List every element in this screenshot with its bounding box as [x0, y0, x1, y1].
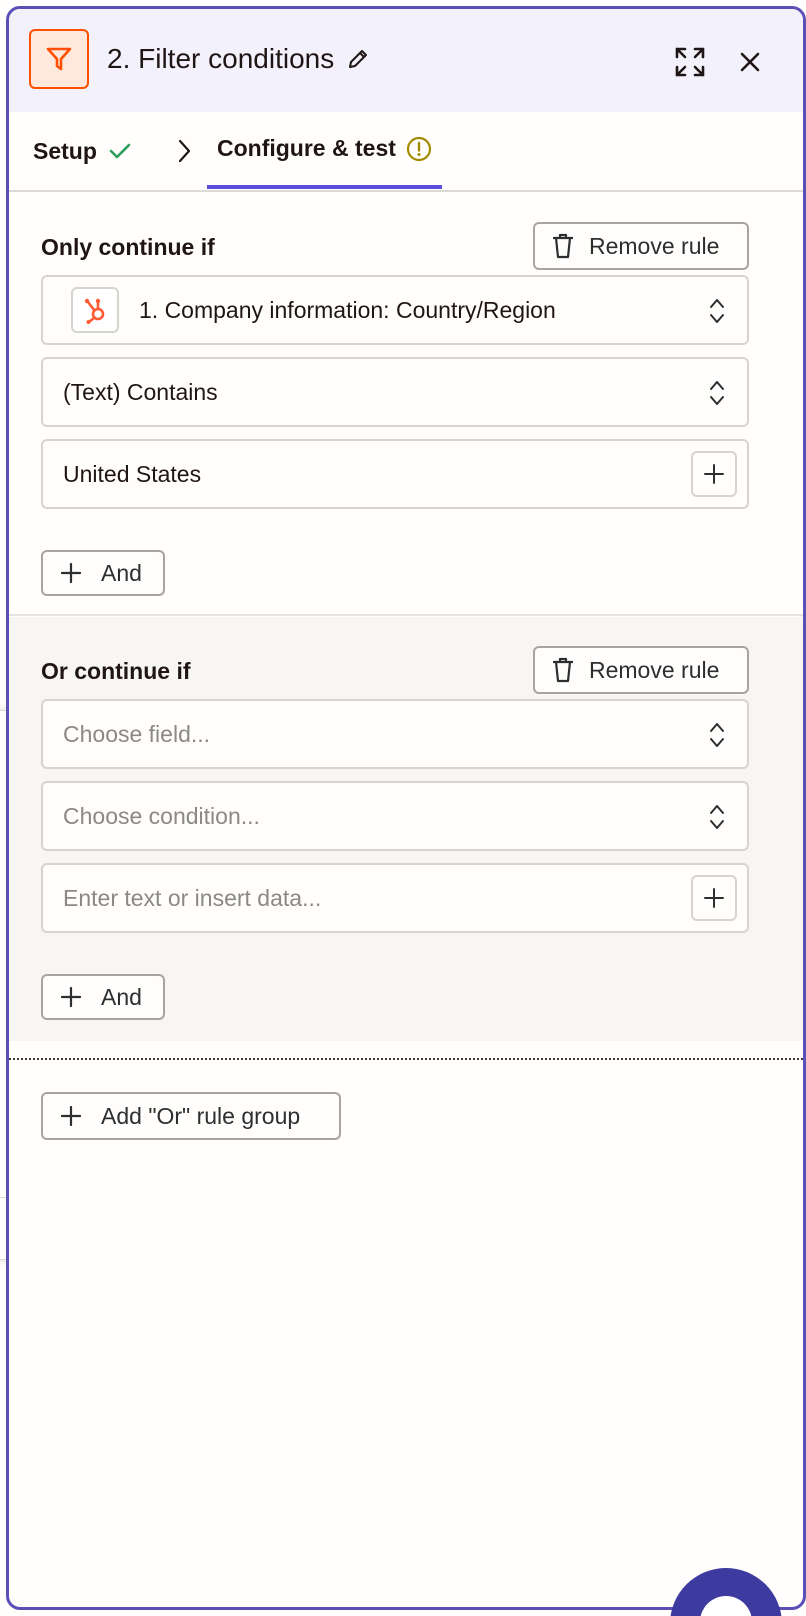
insert-data-button[interactable] — [691, 875, 737, 921]
condition-select-placeholder: Choose condition... — [63, 802, 260, 829]
add-and-condition-button[interactable]: And — [41, 550, 165, 596]
plus-icon — [61, 987, 81, 1007]
value-input[interactable]: United States — [41, 439, 749, 509]
page-title[interactable]: 2. Filter conditions — [107, 43, 370, 75]
remove-rule-button[interactable]: Remove rule — [533, 646, 749, 694]
value-input-placeholder: Enter text or insert data... — [63, 884, 322, 911]
close-button[interactable] — [739, 51, 761, 73]
value-input[interactable]: Enter text or insert data... — [41, 863, 749, 933]
chevron-updown-icon — [710, 805, 724, 829]
rule-group-label: Only continue if — [41, 234, 215, 260]
filter-icon — [46, 47, 72, 71]
panel-header: 2. Filter conditions — [9, 9, 803, 112]
step-panel: 2. Filter conditions Setup Configure & t… — [6, 6, 806, 1610]
tab-configure-label: Configure & test — [217, 135, 396, 161]
warning-icon — [406, 136, 431, 161]
value-input-text: United States — [63, 460, 202, 487]
plus-icon — [704, 464, 724, 484]
condition-select-value: (Text) Contains — [63, 378, 218, 405]
field-select-placeholder: Choose field... — [63, 720, 211, 747]
check-icon — [109, 143, 131, 159]
chevron-right-icon — [178, 139, 191, 163]
rule-group-label: Or continue if — [41, 658, 191, 684]
rule-group-1: Only continue if Remove rule 1. Company … — [9, 194, 803, 616]
add-or-rule-group-label: Add "Or" rule group — [101, 1102, 301, 1129]
condition-select[interactable]: (Text) Contains — [41, 357, 749, 427]
field-select[interactable]: 1. Company information: Country/Region — [41, 275, 749, 345]
remove-rule-button[interactable]: Remove rule — [533, 222, 749, 270]
plus-icon — [704, 888, 724, 908]
plus-icon — [61, 1106, 81, 1126]
chevron-updown-icon — [710, 381, 724, 405]
add-or-rule-group-button[interactable]: Add "Or" rule group — [41, 1092, 341, 1140]
insert-data-button[interactable] — [691, 451, 737, 497]
trash-icon — [553, 233, 573, 259]
tab-setup-label: Setup — [33, 137, 97, 164]
condition-select[interactable]: Choose condition... — [41, 781, 749, 851]
filter-app-icon — [29, 29, 89, 89]
close-icon — [740, 52, 760, 72]
add-and-condition-button[interactable]: And — [41, 974, 165, 1020]
tab-configure-test[interactable]: Configure & test — [207, 112, 442, 189]
and-label: And — [101, 983, 142, 1010]
chevron-updown-icon — [710, 723, 724, 747]
field-select-value: 1. Company information: Country/Region — [139, 296, 556, 323]
remove-rule-label: Remove rule — [589, 232, 720, 259]
tab-setup[interactable]: Setup — [33, 112, 131, 190]
hubspot-app-badge — [71, 287, 119, 333]
remove-rule-label: Remove rule — [589, 656, 720, 683]
step-tabs: Setup Configure & test — [9, 112, 803, 192]
chat-bubble-icon — [700, 1596, 752, 1616]
pencil-icon[interactable] — [346, 47, 370, 71]
trash-icon — [553, 657, 573, 683]
chevron-updown-icon — [710, 299, 724, 323]
and-label: And — [101, 559, 142, 586]
step-title: 2. Filter conditions — [107, 43, 335, 74]
expand-icon — [675, 47, 705, 77]
or-divider — [9, 1058, 803, 1060]
expand-button[interactable] — [673, 45, 707, 79]
field-select[interactable]: Choose field... — [41, 699, 749, 769]
hubspot-icon — [84, 298, 105, 324]
rule-group-2: Or continue if Remove rule Choose field.… — [9, 617, 803, 1041]
plus-icon — [61, 563, 81, 583]
